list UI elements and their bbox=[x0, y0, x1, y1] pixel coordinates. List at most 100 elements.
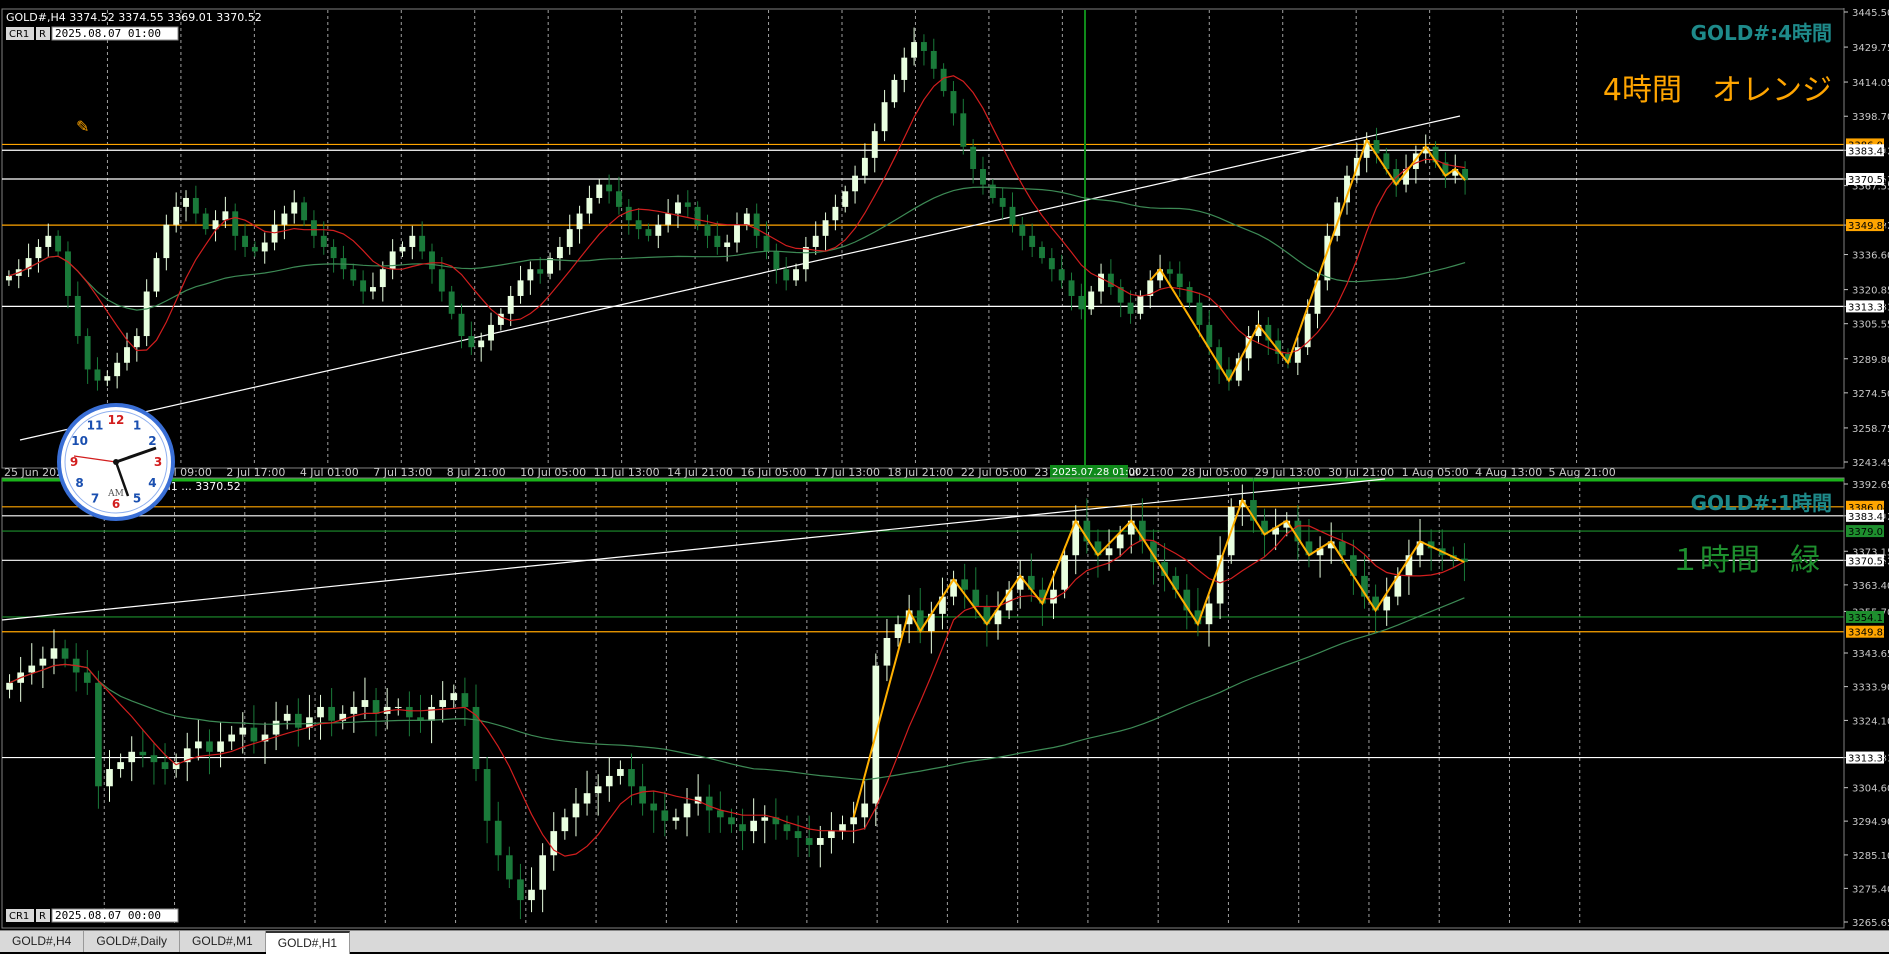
price-tick-label: 3392.65 bbox=[1852, 480, 1889, 491]
candle-body bbox=[628, 769, 635, 787]
x-tick-label: 16 Jul 05:00 bbox=[741, 466, 807, 479]
price-tick-label: 3274.50 bbox=[1852, 389, 1889, 400]
candle-body bbox=[528, 889, 535, 901]
candle-body bbox=[517, 879, 524, 901]
candle-body bbox=[74, 295, 81, 337]
candle-body bbox=[83, 672, 91, 683]
candle-body bbox=[650, 803, 658, 811]
candle-body bbox=[734, 224, 740, 243]
x-highlight-label: 2025.07.28 01:00 bbox=[1052, 467, 1141, 478]
price-tick-label: 3304.60 bbox=[1852, 784, 1889, 795]
x-tick-label: 10 Jul 05:00 bbox=[520, 466, 586, 479]
candle-body bbox=[206, 741, 213, 752]
tab-gold-m1[interactable]: GOLD#,M1 bbox=[180, 931, 266, 952]
candle-body bbox=[665, 213, 672, 225]
x-tick-label: 4 Jul 01:00 bbox=[300, 466, 359, 479]
candle-body bbox=[1107, 273, 1114, 288]
candle-body bbox=[399, 246, 406, 252]
tab-gold-h4[interactable]: GOLD#,H4 bbox=[0, 931, 85, 952]
candle-body bbox=[894, 624, 902, 638]
candle-body bbox=[556, 246, 563, 259]
chart-tab-bar: GOLD#,H4 GOLD#,Daily GOLD#,M1 GOLD#,H1 bbox=[0, 930, 1889, 954]
x-tick-label: 29 Jul 13:00 bbox=[1255, 466, 1321, 479]
candle-body bbox=[970, 146, 977, 170]
candle-body bbox=[675, 202, 681, 214]
chart-window: 3445.50 3429.75 3414.05 3398.70 3383.42 3370.… bbox=[0, 0, 1889, 951]
price-tag-label: 3370.52 bbox=[1848, 175, 1889, 186]
candle-body bbox=[1116, 534, 1124, 549]
price-tag-label: 3313.33 bbox=[1848, 754, 1889, 765]
candle-body bbox=[1009, 206, 1016, 225]
candle-body bbox=[750, 820, 757, 832]
candle-body bbox=[717, 810, 724, 818]
candle-body bbox=[472, 706, 480, 770]
candle-body bbox=[961, 579, 969, 590]
candle-body bbox=[739, 824, 746, 832]
h1-date-text: 2025.08.07 00:00 bbox=[55, 909, 161, 922]
h1-r-label: R bbox=[39, 911, 46, 922]
candle-body bbox=[704, 224, 711, 236]
candle-body bbox=[6, 682, 13, 690]
candle-body bbox=[1019, 224, 1026, 236]
x-tick-label: 8 Jul 21:00 bbox=[447, 466, 506, 479]
candle-body bbox=[583, 793, 591, 804]
candle-body bbox=[705, 796, 713, 811]
candle-body bbox=[1050, 589, 1057, 604]
candle-body bbox=[1078, 295, 1085, 310]
candle-body bbox=[761, 817, 769, 821]
price-tag-label: 3370.52 bbox=[1848, 556, 1889, 567]
price-tick-label: 3275.40 bbox=[1852, 884, 1889, 895]
candle-body bbox=[594, 786, 602, 794]
candle-body bbox=[891, 79, 898, 103]
price-tick-label: 3243.45 bbox=[1852, 458, 1889, 469]
candle-body bbox=[625, 206, 632, 221]
candle-body bbox=[816, 838, 824, 845]
candle-body bbox=[95, 682, 102, 787]
x-tick-label: 11 Jul 13:00 bbox=[594, 466, 660, 479]
h4-cr-label: CR1 bbox=[9, 29, 29, 40]
price-tick-label: 3285.10 bbox=[1852, 851, 1889, 862]
h1-annotation-text: １時間 緑 bbox=[1670, 543, 1820, 578]
candle-body bbox=[163, 224, 170, 259]
candle-body bbox=[281, 213, 288, 225]
candle-body bbox=[802, 246, 809, 270]
candle-body bbox=[133, 336, 140, 348]
candle-body bbox=[468, 336, 475, 348]
price-tag-label: 3349.82 bbox=[1848, 628, 1889, 639]
candle-body bbox=[328, 706, 335, 721]
candle-body bbox=[911, 42, 918, 58]
candle-body bbox=[672, 817, 680, 821]
candle-body bbox=[1383, 596, 1391, 611]
candle-body bbox=[850, 817, 857, 825]
price-tick-label: 3305.55 bbox=[1852, 320, 1889, 331]
tab-gold-daily[interactable]: GOLD#,Daily bbox=[84, 931, 181, 952]
candle-body bbox=[406, 706, 413, 718]
price-tick-label: 3429.75 bbox=[1852, 43, 1889, 54]
price-tag-label: 3313.33 bbox=[1848, 302, 1889, 313]
candle-body bbox=[409, 235, 416, 247]
candle-body bbox=[728, 817, 735, 825]
price-tick-label: 3294.90 bbox=[1852, 817, 1889, 828]
price-tick-label: 3445.50 bbox=[1852, 8, 1889, 19]
candle-body bbox=[283, 713, 291, 721]
candle-body bbox=[1061, 555, 1068, 590]
x-tick-label: 30 Jul 21:00 bbox=[1328, 466, 1394, 479]
candle-body bbox=[202, 213, 209, 230]
h1-cr-label: CR1 bbox=[9, 911, 29, 922]
x-tick-label: 2 Jul 17:00 bbox=[226, 466, 285, 479]
candle-body bbox=[861, 803, 869, 818]
x-tick-label: 1 Aug 05:00 bbox=[1402, 466, 1469, 479]
price-tick-label: 3336.60 bbox=[1852, 251, 1889, 262]
x-tick-label: 17 Jul 13:00 bbox=[814, 466, 880, 479]
candle-body bbox=[822, 220, 829, 236]
h4-symbol-label: GOLD#:4時間 bbox=[1691, 21, 1832, 45]
candle-body bbox=[173, 206, 180, 225]
candle-body bbox=[222, 211, 229, 221]
candle-body bbox=[228, 734, 236, 742]
candle-body bbox=[488, 324, 494, 341]
candle-body bbox=[1166, 269, 1173, 274]
candle-body bbox=[576, 213, 583, 230]
candle-body bbox=[55, 235, 62, 252]
candle-body bbox=[350, 706, 358, 714]
pencil-icon[interactable]: ✎ bbox=[76, 117, 89, 136]
